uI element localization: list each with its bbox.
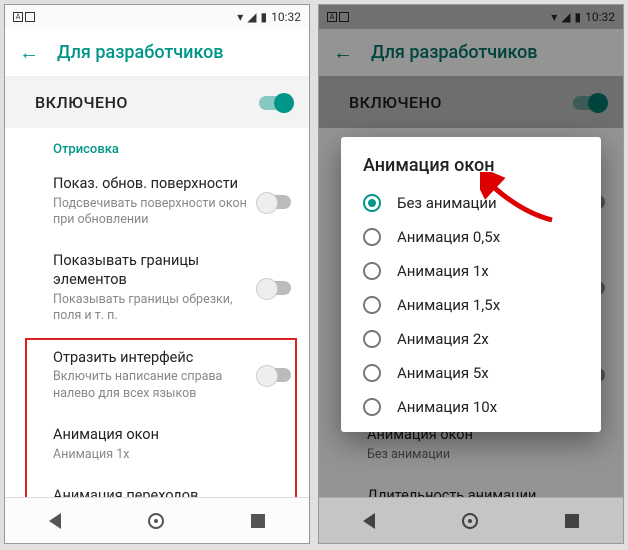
radio-label: Без анимации (397, 194, 497, 212)
setting-force-rtl[interactable]: Отразить интерфейс Включить написание сп… (5, 337, 309, 414)
master-switch-row[interactable]: ВКЛЮЧЕНО (5, 77, 309, 128)
master-switch-label: ВКЛЮЧЕНО (35, 93, 128, 112)
radio-label: Анимация 5x (397, 364, 489, 382)
setting-show-layout-bounds[interactable]: Показывать границы элементов Показывать … (5, 240, 309, 336)
nav-recent-icon[interactable] (251, 514, 265, 528)
nav-home-icon[interactable] (462, 513, 478, 529)
setting-toggle[interactable] (259, 195, 291, 209)
nav-bar (319, 497, 623, 543)
nav-recent-icon[interactable] (565, 514, 579, 528)
battery-icon: ▮ (261, 10, 268, 24)
notif-sim-icon (25, 12, 35, 22)
notif-a-icon: A (13, 12, 23, 22)
radio-icon[interactable] (363, 364, 381, 382)
radio-label: Анимация 0,5x (397, 228, 500, 246)
setting-toggle[interactable] (259, 368, 291, 382)
setting-subtitle: Включить написание справа налево для все… (53, 369, 249, 402)
setting-title: Анимация переходов (53, 487, 291, 497)
app-bar: ← Для разработчиков (5, 29, 309, 77)
radio-icon[interactable] (363, 262, 381, 280)
setting-title: Показ. обнов. поверхности (53, 175, 249, 194)
setting-toggle[interactable] (259, 281, 291, 295)
radio-option-1x[interactable]: Анимация 1x (341, 254, 601, 288)
nav-home-icon[interactable] (148, 513, 164, 529)
phone-left: A ▾ ◢ ▮ 10:32 ← Для разработчиков ВКЛЮЧЕ… (4, 4, 310, 544)
page-title: Для разработчиков (57, 42, 224, 63)
setting-title: Отразить интерфейс (53, 349, 249, 368)
status-time: 10:32 (271, 10, 301, 24)
wifi-icon: ▾ (237, 10, 243, 24)
section-header: Отрисовка (5, 128, 309, 163)
setting-subtitle: Показывать границы обрезки, поля и т. п. (53, 292, 249, 325)
settings-list[interactable]: ВКЛЮЧЕНО Отрисовка Показ. обнов. поверхн… (5, 77, 309, 497)
radio-option-10x[interactable]: Анимация 10x (341, 390, 601, 424)
radio-icon[interactable] (363, 228, 381, 246)
setting-subtitle: Подсвечивать поверхности окон при обновл… (53, 196, 249, 229)
status-bar: A ▾ ◢ ▮ 10:32 (5, 5, 309, 29)
radio-label: Анимация 10x (397, 398, 497, 416)
setting-show-surface-updates[interactable]: Показ. обнов. поверхности Подсвечивать п… (5, 163, 309, 240)
radio-label: Анимация 2x (397, 330, 489, 348)
setting-title: Показывать границы элементов (53, 252, 249, 290)
nav-back-icon[interactable] (49, 513, 61, 529)
radio-option-2x[interactable]: Анимация 2x (341, 322, 601, 356)
radio-icon[interactable] (363, 398, 381, 416)
back-icon[interactable]: ← (19, 40, 39, 65)
signal-icon: ◢ (247, 10, 256, 24)
radio-icon[interactable] (363, 194, 381, 212)
radio-option-0-5x[interactable]: Анимация 0,5x (341, 220, 601, 254)
radio-option-1-5x[interactable]: Анимация 1,5x (341, 288, 601, 322)
radio-option-5x[interactable]: Анимация 5x (341, 356, 601, 390)
radio-label: Анимация 1,5x (397, 296, 500, 314)
setting-subtitle: Анимация 1x (53, 447, 291, 463)
animation-scale-dialog: Анимация окон Без анимации Анимация 0,5x… (341, 137, 601, 432)
dialog-title: Анимация окон (341, 155, 601, 186)
nav-back-icon[interactable] (363, 513, 375, 529)
radio-label: Анимация 1x (397, 262, 489, 280)
radio-icon[interactable] (363, 296, 381, 314)
nav-bar (5, 497, 309, 543)
master-toggle[interactable] (259, 96, 291, 110)
setting-transition-animation[interactable]: Анимация переходов Анимация 1x (5, 475, 309, 497)
radio-option-off[interactable]: Без анимации (341, 186, 601, 220)
radio-icon[interactable] (363, 330, 381, 348)
setting-title: Анимация окон (53, 426, 291, 445)
setting-window-animation[interactable]: Анимация окон Анимация 1x (5, 414, 309, 475)
phone-right: A ▾ ◢ ▮ 10:32 ← Для разработчиков ВКЛЮЧЕ… (318, 4, 624, 544)
